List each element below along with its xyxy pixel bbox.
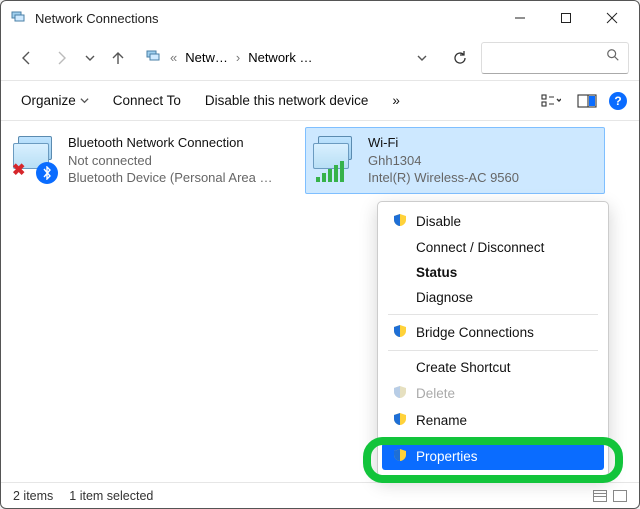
bluetooth-connection-icon: ✖ (14, 134, 60, 180)
up-button[interactable] (103, 43, 133, 73)
shield-icon (393, 385, 407, 402)
shield-icon (393, 448, 407, 465)
connect-to-button[interactable]: Connect To (105, 89, 189, 112)
breadcrumb-sep-icon: › (236, 50, 240, 65)
disconnected-x-icon: ✖ (12, 160, 25, 180)
navigation-bar: « Netw… › Network … (1, 35, 639, 81)
organize-button[interactable]: Organize (13, 89, 97, 112)
disable-device-button[interactable]: Disable this network device (197, 89, 377, 112)
menu-separator (388, 438, 598, 439)
menu-item-rename[interactable]: Rename (382, 407, 604, 434)
chevron-down-icon (80, 93, 89, 108)
menu-item-connect-disconnect[interactable]: Connect / Disconnect (382, 235, 604, 260)
view-options-button[interactable] (537, 91, 565, 111)
help-button[interactable]: ? (609, 92, 627, 110)
wifi-connection-icon (314, 134, 360, 180)
shield-icon (393, 213, 407, 230)
address-bar[interactable]: « Netw… › Network … (139, 42, 439, 74)
connection-item-wifi[interactable]: Wi-Fi Ghh1304 Intel(R) Wireless-AC 9560 (305, 127, 605, 194)
breadcrumb-seg-2[interactable]: Network … (248, 50, 312, 65)
menu-item-create-shortcut[interactable]: Create Shortcut (382, 355, 604, 380)
titlebar: Network Connections (1, 1, 639, 35)
connection-status: Not connected (68, 152, 273, 170)
window-title: Network Connections (35, 11, 497, 26)
address-dropdown-button[interactable] (412, 53, 432, 63)
menu-separator (388, 350, 598, 351)
context-menu: Disable Connect / Disconnect Status Diag… (377, 201, 609, 477)
network-connections-window: Network Connections « Netw… › Network … (0, 0, 640, 509)
menu-separator (388, 314, 598, 315)
menu-item-disable[interactable]: Disable (382, 208, 604, 235)
back-button[interactable] (11, 43, 41, 73)
connection-status: Ghh1304 (368, 152, 519, 170)
large-icons-view-button[interactable] (613, 490, 627, 502)
status-bar: 2 items 1 item selected (1, 482, 639, 508)
history-dropdown-button[interactable] (83, 43, 97, 73)
overflow-button[interactable]: » (384, 89, 408, 112)
menu-item-bridge[interactable]: Bridge Connections (382, 319, 604, 346)
breadcrumb-seg-1[interactable]: Netw… (185, 50, 228, 65)
details-view-button[interactable] (593, 490, 607, 502)
menu-item-delete: Delete (382, 380, 604, 407)
menu-item-status[interactable]: Status (382, 260, 604, 285)
connection-name: Bluetooth Network Connection (68, 134, 273, 152)
menu-item-diagnose[interactable]: Diagnose (382, 285, 604, 310)
item-count: 2 items (13, 489, 53, 503)
signal-bars-icon (316, 161, 344, 182)
minimize-button[interactable] (497, 3, 543, 33)
menu-item-properties[interactable]: Properties (382, 443, 604, 470)
network-icon-small (146, 48, 162, 67)
connection-name: Wi-Fi (368, 134, 519, 152)
refresh-button[interactable] (445, 50, 475, 66)
window-controls (497, 3, 635, 33)
preview-pane-button[interactable] (573, 92, 601, 110)
shield-icon (393, 412, 407, 429)
search-input[interactable] (481, 42, 629, 74)
search-icon (606, 48, 620, 67)
maximize-button[interactable] (543, 3, 589, 33)
selection-count: 1 item selected (69, 489, 153, 503)
command-bar: Organize Connect To Disable this network… (1, 81, 639, 121)
connection-item-bluetooth[interactable]: ✖ Bluetooth Network Connection Not conne… (5, 127, 305, 194)
network-connections-icon (11, 9, 27, 28)
bluetooth-icon (36, 162, 58, 184)
shield-icon (393, 324, 407, 341)
close-button[interactable] (589, 3, 635, 33)
breadcrumb-prefix: « (170, 50, 177, 65)
connection-device: Bluetooth Device (Personal Area … (68, 169, 273, 187)
connection-device: Intel(R) Wireless-AC 9560 (368, 169, 519, 187)
forward-button[interactable] (47, 43, 77, 73)
